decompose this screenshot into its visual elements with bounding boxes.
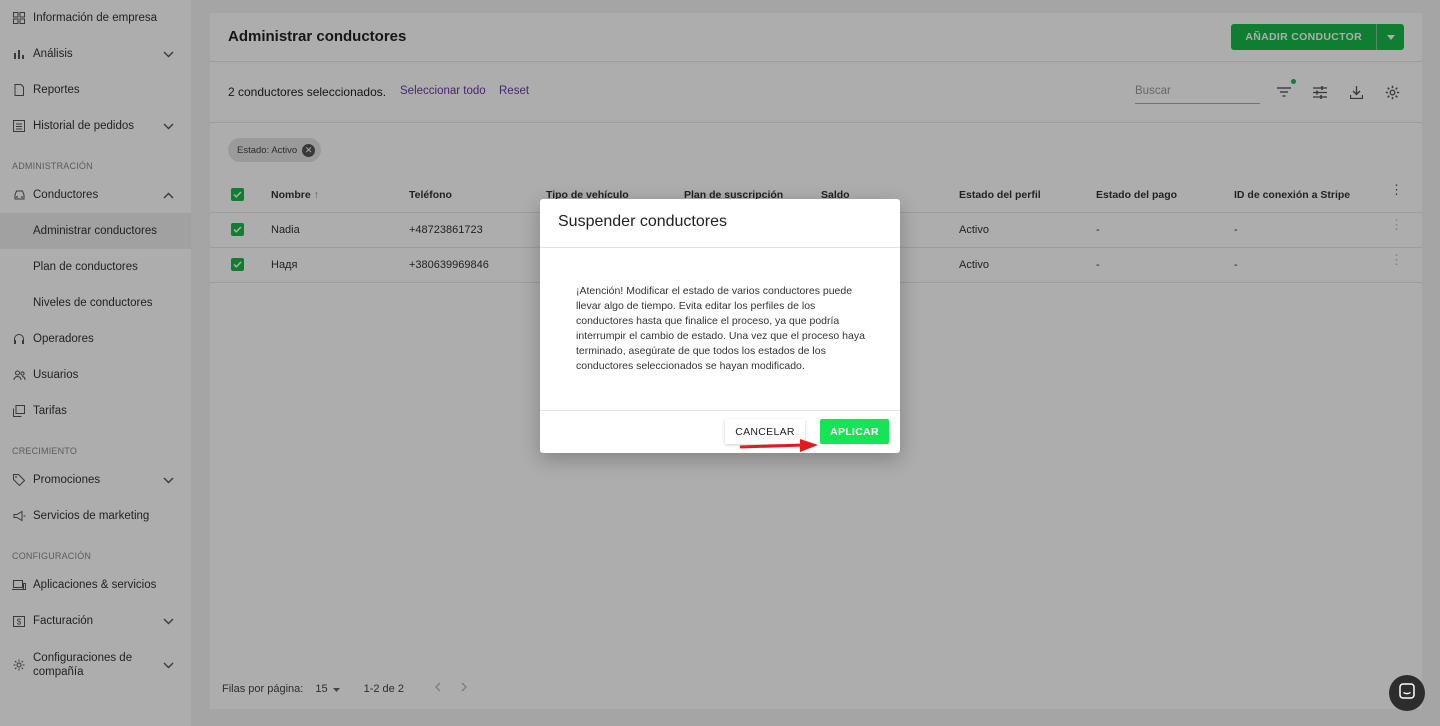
chat-launcher-button[interactable]	[1389, 675, 1425, 711]
dialog-message: ¡Atención! Modificar el estado de varios…	[576, 285, 865, 372]
divider	[540, 410, 900, 411]
divider	[540, 247, 900, 248]
annotation-arrow-icon	[740, 439, 818, 452]
chat-icon	[1399, 682, 1415, 704]
apply-button[interactable]: APLICAR	[820, 419, 889, 444]
suspend-drivers-dialog: Suspender conductores ¡Atención! Modific…	[540, 199, 900, 453]
dialog-title: Suspender conductores	[558, 213, 727, 230]
